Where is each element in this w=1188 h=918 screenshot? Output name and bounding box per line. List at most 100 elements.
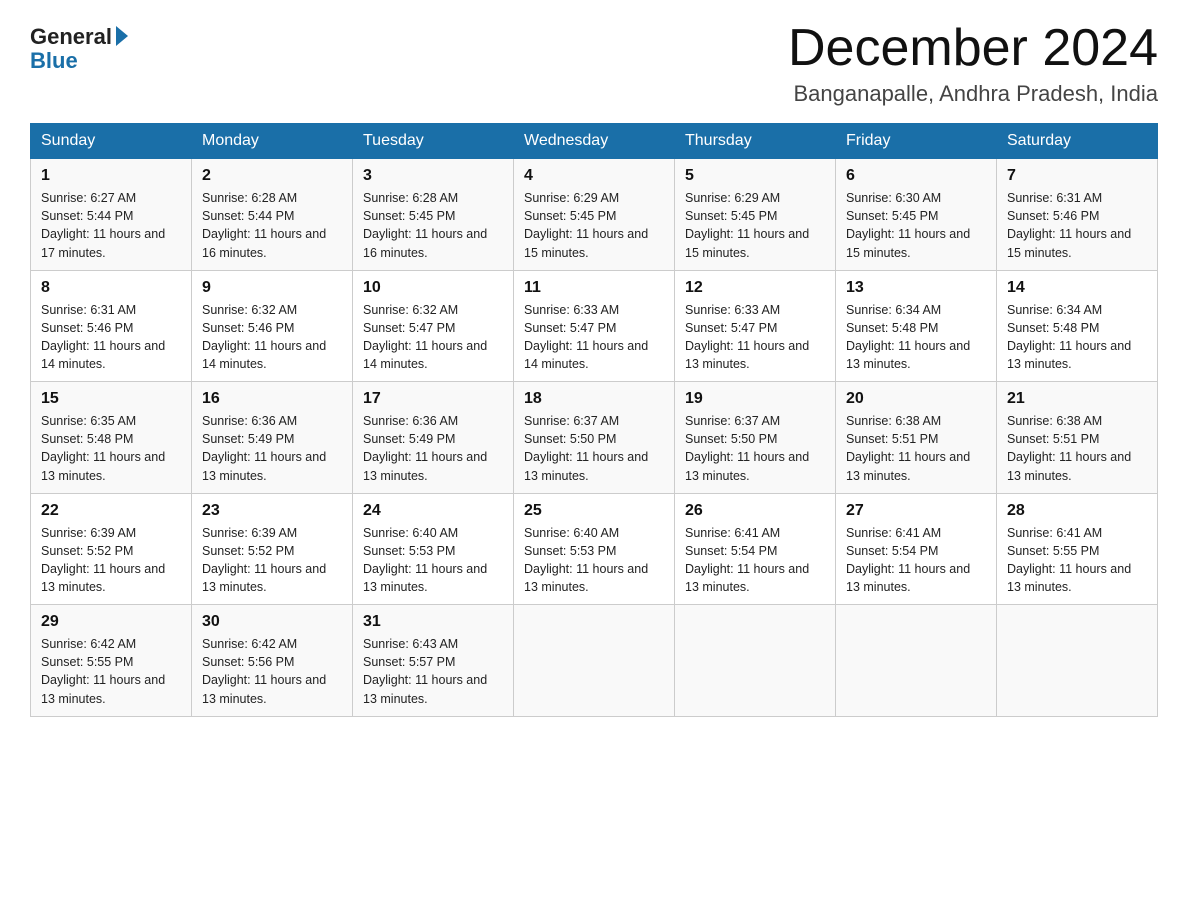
day-number: 24 [363, 502, 503, 520]
month-title: December 2024 [788, 20, 1158, 77]
day-number: 2 [202, 167, 342, 185]
table-row: 6 Sunrise: 6:30 AMSunset: 5:45 PMDayligh… [836, 159, 997, 271]
table-row: 26 Sunrise: 6:41 AMSunset: 5:54 PMDaylig… [675, 493, 836, 605]
day-info: Sunrise: 6:40 AMSunset: 5:53 PMDaylight:… [524, 524, 664, 597]
day-number: 4 [524, 167, 664, 185]
day-info: Sunrise: 6:28 AMSunset: 5:44 PMDaylight:… [202, 189, 342, 262]
day-number: 16 [202, 390, 342, 408]
table-row: 18 Sunrise: 6:37 AMSunset: 5:50 PMDaylig… [514, 382, 675, 494]
calendar-week-row: 8 Sunrise: 6:31 AMSunset: 5:46 PMDayligh… [31, 270, 1158, 382]
table-row: 12 Sunrise: 6:33 AMSunset: 5:47 PMDaylig… [675, 270, 836, 382]
day-info: Sunrise: 6:38 AMSunset: 5:51 PMDaylight:… [846, 412, 986, 485]
day-info: Sunrise: 6:33 AMSunset: 5:47 PMDaylight:… [685, 301, 825, 374]
day-info: Sunrise: 6:29 AMSunset: 5:45 PMDaylight:… [685, 189, 825, 262]
header-row: Sunday Monday Tuesday Wednesday Thursday… [31, 124, 1158, 159]
day-info: Sunrise: 6:28 AMSunset: 5:45 PMDaylight:… [363, 189, 503, 262]
calendar-table: Sunday Monday Tuesday Wednesday Thursday… [30, 123, 1158, 717]
day-number: 25 [524, 502, 664, 520]
day-number: 14 [1007, 279, 1147, 297]
calendar-week-row: 29 Sunrise: 6:42 AMSunset: 5:55 PMDaylig… [31, 605, 1158, 717]
table-row: 24 Sunrise: 6:40 AMSunset: 5:53 PMDaylig… [353, 493, 514, 605]
day-number: 26 [685, 502, 825, 520]
col-wednesday: Wednesday [514, 124, 675, 159]
table-row: 29 Sunrise: 6:42 AMSunset: 5:55 PMDaylig… [31, 605, 192, 717]
col-tuesday: Tuesday [353, 124, 514, 159]
table-row: 3 Sunrise: 6:28 AMSunset: 5:45 PMDayligh… [353, 159, 514, 271]
day-info: Sunrise: 6:35 AMSunset: 5:48 PMDaylight:… [41, 412, 181, 485]
day-number: 15 [41, 390, 181, 408]
day-number: 28 [1007, 502, 1147, 520]
col-sunday: Sunday [31, 124, 192, 159]
table-row [514, 605, 675, 717]
day-info: Sunrise: 6:36 AMSunset: 5:49 PMDaylight:… [363, 412, 503, 485]
col-friday: Friday [836, 124, 997, 159]
table-row: 20 Sunrise: 6:38 AMSunset: 5:51 PMDaylig… [836, 382, 997, 494]
table-row: 14 Sunrise: 6:34 AMSunset: 5:48 PMDaylig… [997, 270, 1158, 382]
day-info: Sunrise: 6:33 AMSunset: 5:47 PMDaylight:… [524, 301, 664, 374]
logo-arrow-icon [116, 26, 128, 46]
day-number: 17 [363, 390, 503, 408]
calendar-week-row: 1 Sunrise: 6:27 AMSunset: 5:44 PMDayligh… [31, 159, 1158, 271]
day-info: Sunrise: 6:42 AMSunset: 5:56 PMDaylight:… [202, 635, 342, 708]
table-row: 7 Sunrise: 6:31 AMSunset: 5:46 PMDayligh… [997, 159, 1158, 271]
table-row: 19 Sunrise: 6:37 AMSunset: 5:50 PMDaylig… [675, 382, 836, 494]
day-info: Sunrise: 6:27 AMSunset: 5:44 PMDaylight:… [41, 189, 181, 262]
logo: General Blue [30, 24, 128, 74]
day-info: Sunrise: 6:43 AMSunset: 5:57 PMDaylight:… [363, 635, 503, 708]
table-row: 11 Sunrise: 6:33 AMSunset: 5:47 PMDaylig… [514, 270, 675, 382]
day-info: Sunrise: 6:32 AMSunset: 5:46 PMDaylight:… [202, 301, 342, 374]
col-monday: Monday [192, 124, 353, 159]
table-row [836, 605, 997, 717]
day-info: Sunrise: 6:36 AMSunset: 5:49 PMDaylight:… [202, 412, 342, 485]
table-row: 22 Sunrise: 6:39 AMSunset: 5:52 PMDaylig… [31, 493, 192, 605]
day-info: Sunrise: 6:39 AMSunset: 5:52 PMDaylight:… [41, 524, 181, 597]
day-info: Sunrise: 6:42 AMSunset: 5:55 PMDaylight:… [41, 635, 181, 708]
day-number: 31 [363, 613, 503, 631]
logo-general-text: General [30, 24, 128, 50]
day-info: Sunrise: 6:41 AMSunset: 5:54 PMDaylight:… [846, 524, 986, 597]
day-info: Sunrise: 6:29 AMSunset: 5:45 PMDaylight:… [524, 189, 664, 262]
calendar-week-row: 22 Sunrise: 6:39 AMSunset: 5:52 PMDaylig… [31, 493, 1158, 605]
day-number: 10 [363, 279, 503, 297]
table-row: 10 Sunrise: 6:32 AMSunset: 5:47 PMDaylig… [353, 270, 514, 382]
day-number: 27 [846, 502, 986, 520]
location-subtitle: Banganapalle, Andhra Pradesh, India [788, 81, 1158, 107]
day-info: Sunrise: 6:41 AMSunset: 5:54 PMDaylight:… [685, 524, 825, 597]
day-info: Sunrise: 6:34 AMSunset: 5:48 PMDaylight:… [1007, 301, 1147, 374]
day-number: 1 [41, 167, 181, 185]
day-number: 9 [202, 279, 342, 297]
table-row: 31 Sunrise: 6:43 AMSunset: 5:57 PMDaylig… [353, 605, 514, 717]
table-row: 5 Sunrise: 6:29 AMSunset: 5:45 PMDayligh… [675, 159, 836, 271]
day-number: 29 [41, 613, 181, 631]
table-row: 25 Sunrise: 6:40 AMSunset: 5:53 PMDaylig… [514, 493, 675, 605]
table-row [675, 605, 836, 717]
day-info: Sunrise: 6:31 AMSunset: 5:46 PMDaylight:… [41, 301, 181, 374]
day-info: Sunrise: 6:40 AMSunset: 5:53 PMDaylight:… [363, 524, 503, 597]
table-row: 4 Sunrise: 6:29 AMSunset: 5:45 PMDayligh… [514, 159, 675, 271]
table-row: 13 Sunrise: 6:34 AMSunset: 5:48 PMDaylig… [836, 270, 997, 382]
day-number: 21 [1007, 390, 1147, 408]
day-info: Sunrise: 6:39 AMSunset: 5:52 PMDaylight:… [202, 524, 342, 597]
day-info: Sunrise: 6:34 AMSunset: 5:48 PMDaylight:… [846, 301, 986, 374]
day-info: Sunrise: 6:38 AMSunset: 5:51 PMDaylight:… [1007, 412, 1147, 485]
day-number: 8 [41, 279, 181, 297]
logo-general-label: General [30, 24, 112, 50]
table-row: 21 Sunrise: 6:38 AMSunset: 5:51 PMDaylig… [997, 382, 1158, 494]
table-row: 17 Sunrise: 6:36 AMSunset: 5:49 PMDaylig… [353, 382, 514, 494]
day-info: Sunrise: 6:30 AMSunset: 5:45 PMDaylight:… [846, 189, 986, 262]
title-block: December 2024 Banganapalle, Andhra Prade… [788, 20, 1158, 107]
day-number: 6 [846, 167, 986, 185]
day-info: Sunrise: 6:37 AMSunset: 5:50 PMDaylight:… [524, 412, 664, 485]
calendar-week-row: 15 Sunrise: 6:35 AMSunset: 5:48 PMDaylig… [31, 382, 1158, 494]
day-number: 20 [846, 390, 986, 408]
page-header: General Blue December 2024 Banganapalle,… [30, 20, 1158, 107]
day-info: Sunrise: 6:31 AMSunset: 5:46 PMDaylight:… [1007, 189, 1147, 262]
day-info: Sunrise: 6:32 AMSunset: 5:47 PMDaylight:… [363, 301, 503, 374]
table-row: 2 Sunrise: 6:28 AMSunset: 5:44 PMDayligh… [192, 159, 353, 271]
col-thursday: Thursday [675, 124, 836, 159]
table-row: 15 Sunrise: 6:35 AMSunset: 5:48 PMDaylig… [31, 382, 192, 494]
day-number: 11 [524, 279, 664, 297]
day-number: 12 [685, 279, 825, 297]
day-number: 5 [685, 167, 825, 185]
table-row [997, 605, 1158, 717]
